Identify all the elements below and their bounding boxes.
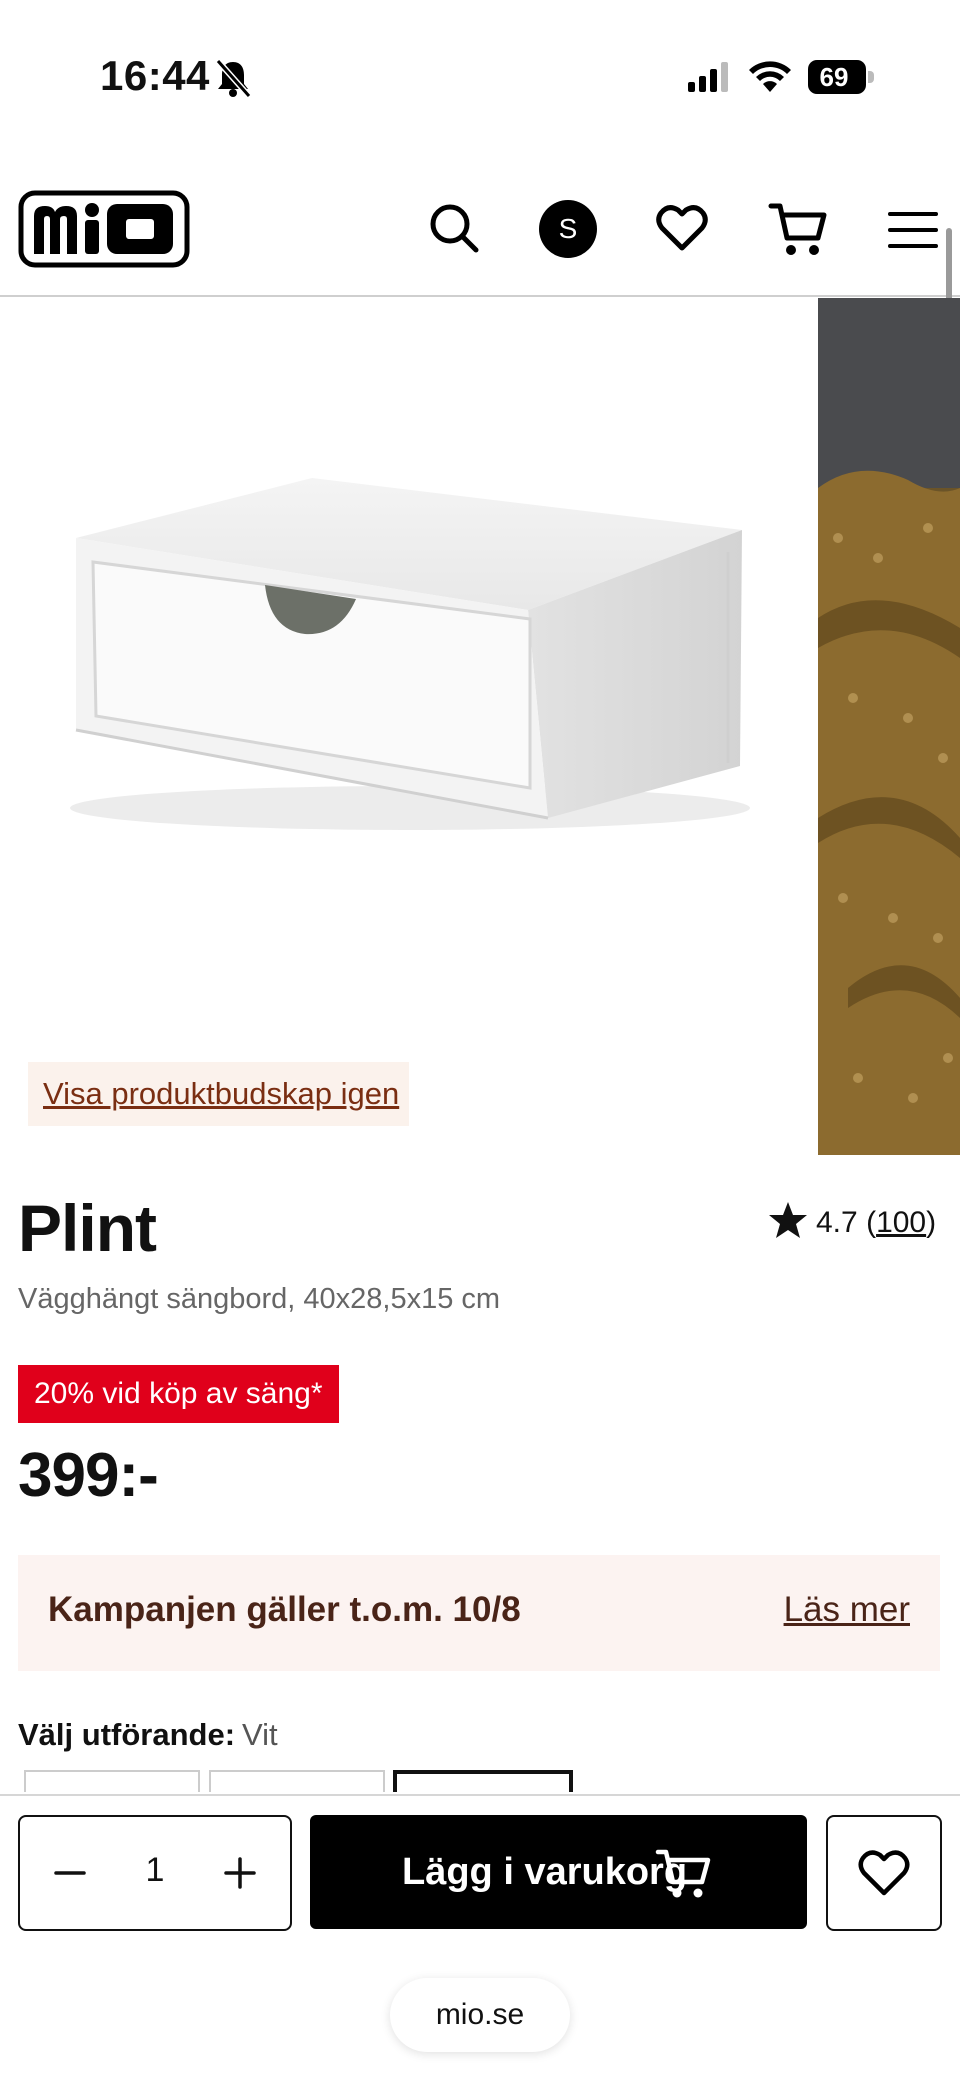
signal-icon <box>688 62 728 92</box>
product-price: 399:- <box>18 1441 159 1510</box>
quantity-stepper[interactable]: 1 <box>18 1815 292 1931</box>
add-to-cart-button[interactable]: Lägg i varukorg <box>310 1815 807 1929</box>
battery-level: 69 <box>819 62 849 92</box>
heart-icon <box>858 1850 910 1896</box>
variant-option[interactable] <box>24 1770 200 1792</box>
rating-count-link[interactable]: 100 <box>876 1206 926 1239</box>
show-product-message-label: Visa produktbudskap igen <box>43 1076 400 1111</box>
wishlist-button[interactable] <box>826 1815 942 1931</box>
menu-icon[interactable] <box>888 210 938 250</box>
cart-icon[interactable] <box>768 200 828 258</box>
rating-close-paren: ) <box>926 1206 937 1239</box>
promo-badge: 20% vid köp av säng* <box>18 1365 339 1423</box>
bell-slash-icon <box>215 59 251 98</box>
mio-logo[interactable] <box>18 190 190 268</box>
status-time: 16:44 <box>100 52 210 99</box>
product-image[interactable] <box>0 298 818 1155</box>
battery-icon: 69 <box>808 60 874 94</box>
plus-icon[interactable] <box>220 1853 260 1893</box>
variant-option[interactable] <box>209 1770 385 1792</box>
wifi-icon <box>749 61 791 92</box>
avatar[interactable]: S <box>539 200 597 258</box>
quantity-value[interactable]: 1 <box>130 1851 180 1890</box>
variant-label: Välj utförande: <box>18 1717 236 1752</box>
rating-text: 4.7 (100) <box>816 1206 936 1240</box>
browser-url-bar[interactable]: mio.se <box>390 1978 570 2052</box>
browser-url: mio.se <box>435 1998 525 2031</box>
rating-value: 4.7 <box>816 1206 858 1239</box>
campaign-banner: Kampanjen gäller t.o.m. 10/8 Läs mer <box>18 1555 940 1671</box>
star-icon <box>769 1202 807 1238</box>
heart-icon[interactable] <box>654 200 710 256</box>
search-icon[interactable] <box>426 200 482 256</box>
product-gallery[interactable] <box>0 298 960 1155</box>
product-title: Plint <box>18 1191 157 1265</box>
next-slide-image[interactable] <box>818 298 960 1155</box>
show-product-message-button[interactable]: Visa produktbudskap igen <box>28 1062 409 1126</box>
minus-icon[interactable] <box>50 1853 90 1893</box>
variant-option-selected[interactable] <box>393 1770 573 1792</box>
add-to-cart-label: Lägg i varukorg <box>402 1851 688 1893</box>
variant-value: Vit <box>242 1717 278 1752</box>
product-subtitle: Vägghängt sängbord, 40x28,5x15 cm <box>18 1283 501 1315</box>
read-more-link[interactable]: Läs mer <box>784 1590 910 1630</box>
status-bar: 16:44 69 <box>0 0 960 150</box>
rating-open-paren: ( <box>866 1206 877 1239</box>
cart-icon <box>655 1849 711 1898</box>
campaign-text: Kampanjen gäller t.o.m. 10/8 <box>48 1590 521 1629</box>
